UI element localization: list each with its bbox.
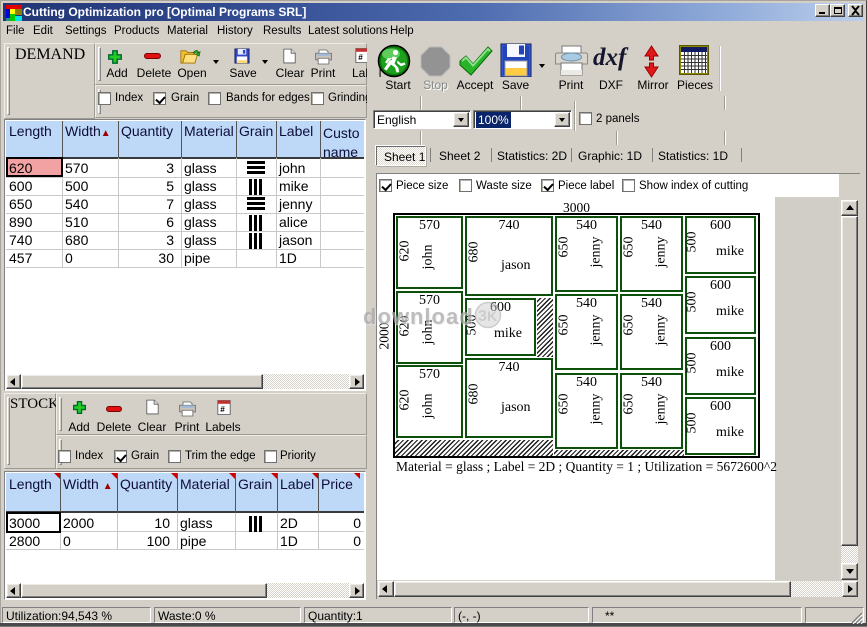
svg-text:K: K — [487, 308, 497, 324]
svg-text:#: # — [358, 53, 363, 62]
svg-text:3: 3 — [478, 308, 487, 325]
svg-text:#: # — [220, 405, 225, 414]
